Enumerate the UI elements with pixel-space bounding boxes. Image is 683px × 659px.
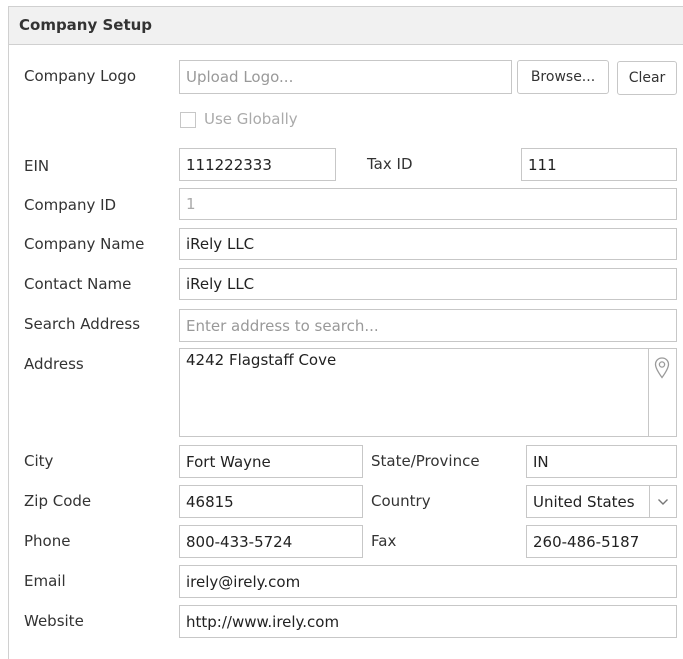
country-select[interactable]: United States xyxy=(526,485,677,518)
address-label: Address xyxy=(24,355,84,373)
company-id-input: 1 xyxy=(179,188,677,220)
address-textarea[interactable]: 4242 Flagstaff Cove xyxy=(179,348,677,437)
email-label: Email xyxy=(24,572,66,590)
ein-input[interactable]: 111222333 xyxy=(179,148,336,181)
contact-name-input[interactable]: iRely LLC xyxy=(179,268,677,300)
panel-title: Company Setup xyxy=(19,16,153,34)
state-label: State/Province xyxy=(371,452,480,470)
country-value: United States xyxy=(533,493,635,511)
chevron-down-icon[interactable] xyxy=(657,498,669,506)
use-globally-checkbox[interactable] xyxy=(180,112,196,128)
search-address-input[interactable]: Enter address to search... xyxy=(179,309,677,342)
state-input[interactable]: IN xyxy=(526,445,677,478)
panel-header: Company Setup xyxy=(9,7,683,45)
company-logo-label: Company Logo xyxy=(24,67,137,85)
tax-id-label: Tax ID xyxy=(367,155,413,173)
search-address-label: Search Address xyxy=(24,315,141,333)
country-label: Country xyxy=(371,492,431,510)
fax-label: Fax xyxy=(371,532,397,550)
zip-code-input[interactable]: 46815 xyxy=(179,485,363,518)
website-label: Website xyxy=(24,612,84,630)
zip-code-label: Zip Code xyxy=(24,492,92,510)
city-label: City xyxy=(24,452,54,470)
city-input[interactable]: Fort Wayne xyxy=(179,445,363,478)
address-text: 4242 Flagstaff Cove xyxy=(186,351,337,369)
address-divider xyxy=(648,349,649,436)
upload-logo-input[interactable]: Upload Logo... xyxy=(179,60,512,94)
company-name-input[interactable]: iRely LLC xyxy=(179,228,677,260)
fax-input[interactable]: 260-486-5187 xyxy=(526,525,677,558)
phone-label: Phone xyxy=(24,532,71,550)
country-select-divider xyxy=(649,486,650,517)
clear-button[interactable]: Clear xyxy=(617,61,677,95)
map-pin-icon[interactable] xyxy=(654,357,670,379)
browse-button[interactable]: Browse... xyxy=(517,60,609,94)
website-input[interactable]: http://www.irely.com xyxy=(179,605,677,638)
ein-label: EIN xyxy=(24,157,50,175)
tax-id-input[interactable]: 111 xyxy=(521,148,677,181)
phone-input[interactable]: 800-433-5724 xyxy=(179,525,363,558)
contact-name-label: Contact Name xyxy=(24,275,132,293)
company-name-label: Company Name xyxy=(24,235,145,253)
use-globally-label: Use Globally xyxy=(204,110,298,128)
email-input[interactable]: irely@irely.com xyxy=(179,565,677,598)
company-id-label: Company ID xyxy=(24,196,117,214)
